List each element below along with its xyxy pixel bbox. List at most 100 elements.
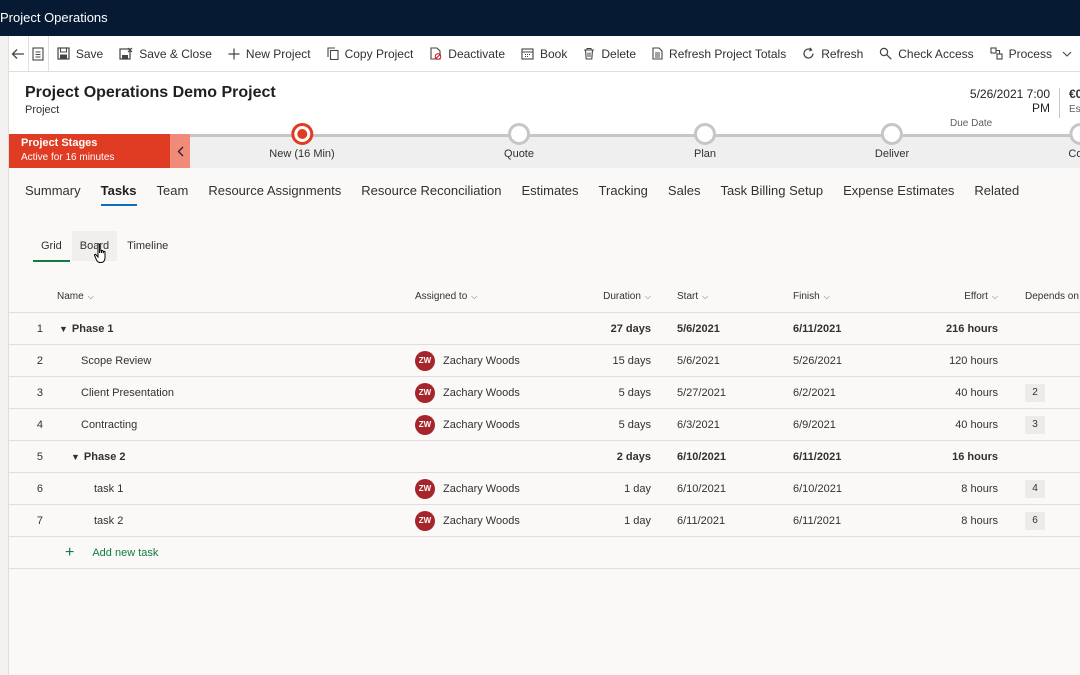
task-duration: 5 days: [618, 418, 651, 431]
stage-quote[interactable]: Quote: [504, 123, 534, 160]
refresh-totals-button[interactable]: Refresh Project Totals: [644, 36, 794, 71]
task-assignee[interactable]: ZW Zachary Woods: [415, 377, 520, 408]
refresh-button[interactable]: Refresh: [794, 36, 871, 71]
table-row[interactable]: 7 task 2 ZW Zachary Woods 1 day 6/11/2021…: [9, 505, 1080, 537]
task-name[interactable]: Contracting: [81, 409, 137, 440]
save-close-icon: [119, 47, 133, 60]
form-page-button[interactable]: [29, 36, 49, 71]
column-header-start[interactable]: Start ⌵: [677, 281, 708, 312]
column-label: Assigned to: [415, 291, 468, 302]
task-name[interactable]: task 2: [94, 505, 123, 536]
chevron-down-icon: ⌵: [991, 291, 998, 301]
save-button[interactable]: Save: [49, 36, 111, 71]
chevron-down-icon: ⌵: [471, 291, 478, 301]
refresh-label: Refresh: [821, 46, 864, 61]
column-label: Start: [677, 291, 699, 302]
task-name[interactable]: ▼ Phase 1: [57, 313, 114, 344]
active-stage-icon: [291, 123, 313, 145]
stage-plan[interactable]: Plan: [694, 123, 716, 160]
view-timeline[interactable]: Timeline: [119, 231, 176, 261]
table-row[interactable]: 1 ▼ Phase 1 27 days 5/6/2021 6/11/2021 21…: [9, 313, 1080, 345]
avatar: ZW: [415, 414, 435, 435]
table-row[interactable]: 6 task 1 ZW Zachary Woods 1 day 6/10/2021…: [9, 473, 1080, 505]
stage-icon: [880, 123, 903, 145]
tab-tasks[interactable]: Tasks: [100, 177, 137, 206]
add-new-task-button[interactable]: + Add new task: [65, 537, 158, 568]
column-header-duration[interactable]: Duration ⌵: [569, 281, 651, 312]
delete-label: Delete: [601, 46, 637, 61]
collapse-process-button[interactable]: [170, 134, 190, 168]
chevron-down-icon: [1062, 51, 1072, 57]
task-name[interactable]: Scope Review: [81, 345, 151, 376]
process-button[interactable]: Process: [982, 36, 1080, 71]
column-header-assigned[interactable]: Assigned to ⌵: [415, 281, 477, 312]
business-process-flow: Project Stages Active for 16 minutes New…: [9, 123, 1080, 168]
row-number: 7: [36, 514, 43, 527]
table-row[interactable]: 3 Client Presentation ZW Zachary Woods 5 …: [9, 377, 1080, 409]
tab-related[interactable]: Related: [974, 177, 1019, 204]
assignee-name: Zachary Woods: [443, 418, 520, 431]
collapse-chevron-icon[interactable]: ▼: [71, 452, 80, 462]
row-number: 1: [36, 322, 43, 335]
table-row[interactable]: 5 ▼ Phase 2 2 days 6/10/2021 6/11/2021 16…: [9, 441, 1080, 473]
task-effort: 40 hours: [955, 418, 998, 431]
deactivate-button[interactable]: Deactivate: [421, 36, 513, 71]
tab-summary[interactable]: Summary: [25, 177, 81, 204]
column-header-finish[interactable]: Finish ⌵: [793, 281, 830, 312]
check-access-button[interactable]: Check Access: [871, 36, 981, 71]
save-close-button[interactable]: Save & Close: [111, 36, 220, 71]
task-depends[interactable]: 3: [1025, 409, 1045, 440]
copy-project-button[interactable]: Copy Project: [319, 36, 422, 71]
column-header-effort[interactable]: Effort ⌵: [909, 281, 998, 312]
column-header-name[interactable]: Name ⌵: [57, 281, 94, 312]
delete-button[interactable]: Delete: [575, 36, 644, 71]
stage-track: New (16 Min) Quote Plan Deliver Com: [190, 123, 1080, 168]
task-assignee[interactable]: ZW Zachary Woods: [415, 345, 520, 376]
stage-icon: [1068, 123, 1080, 145]
task-name[interactable]: task 1: [94, 473, 123, 504]
add-task-row[interactable]: + Add new task: [9, 537, 1080, 569]
stage-deliver[interactable]: Deliver: [875, 123, 909, 160]
collapse-chevron-icon[interactable]: ▼: [59, 324, 68, 334]
copy-project-label: Copy Project: [344, 46, 414, 61]
tab-task-billing-setup[interactable]: Task Billing Setup: [720, 177, 823, 204]
table-row[interactable]: 4 Contracting ZW Zachary Woods 5 days 6/3…: [9, 409, 1080, 441]
tab-sales[interactable]: Sales: [668, 177, 701, 204]
stage-new[interactable]: New (16 Min): [269, 123, 335, 160]
tab-team[interactable]: Team: [157, 177, 189, 204]
task-assignee[interactable]: ZW Zachary Woods: [415, 473, 520, 504]
task-depends[interactable]: 4: [1025, 473, 1045, 504]
stage-label: Deliver: [874, 148, 910, 160]
estimate-label: Est: [1069, 104, 1080, 115]
row-number: 3: [36, 386, 43, 399]
tab-expense-estimates[interactable]: Expense Estimates: [843, 177, 954, 204]
view-grid[interactable]: Grid: [33, 231, 70, 262]
process-stages-flyout[interactable]: Project Stages Active for 16 minutes: [9, 134, 170, 168]
task-finish: 6/2/2021: [793, 386, 836, 399]
new-project-button[interactable]: New Project: [220, 36, 319, 71]
save-close-label: Save & Close: [139, 46, 212, 61]
tab-resource-assignments[interactable]: Resource Assignments: [208, 177, 341, 204]
back-button[interactable]: [9, 36, 29, 71]
task-effort: 8 hours: [961, 482, 998, 495]
table-row[interactable]: 2 Scope Review ZW Zachary Woods 15 days 5…: [9, 345, 1080, 377]
stage-complete[interactable]: Com: [1068, 123, 1080, 160]
left-rail: [0, 36, 9, 675]
tab-resource-reconciliation[interactable]: Resource Reconciliation: [361, 177, 501, 204]
arrow-left-icon: [12, 48, 25, 59]
task-depends[interactable]: 2: [1025, 377, 1045, 408]
task-start: 5/6/2021: [677, 354, 720, 367]
task-assignee[interactable]: ZW Zachary Woods: [415, 409, 520, 440]
column-header-depends[interactable]: Depends on: [1025, 281, 1079, 312]
tab-tracking[interactable]: Tracking: [599, 177, 648, 204]
task-name[interactable]: Client Presentation: [81, 377, 174, 408]
tab-estimates[interactable]: Estimates: [521, 177, 578, 204]
plus-icon: +: [65, 543, 75, 561]
book-button[interactable]: Book: [513, 36, 575, 71]
estimate-value: €0: [1069, 87, 1080, 101]
task-depends[interactable]: 6: [1025, 505, 1045, 536]
task-name[interactable]: ▼ Phase 2: [69, 441, 126, 472]
save-icon: [57, 47, 70, 60]
column-label: Effort: [964, 291, 988, 302]
task-assignee[interactable]: ZW Zachary Woods: [415, 505, 520, 536]
